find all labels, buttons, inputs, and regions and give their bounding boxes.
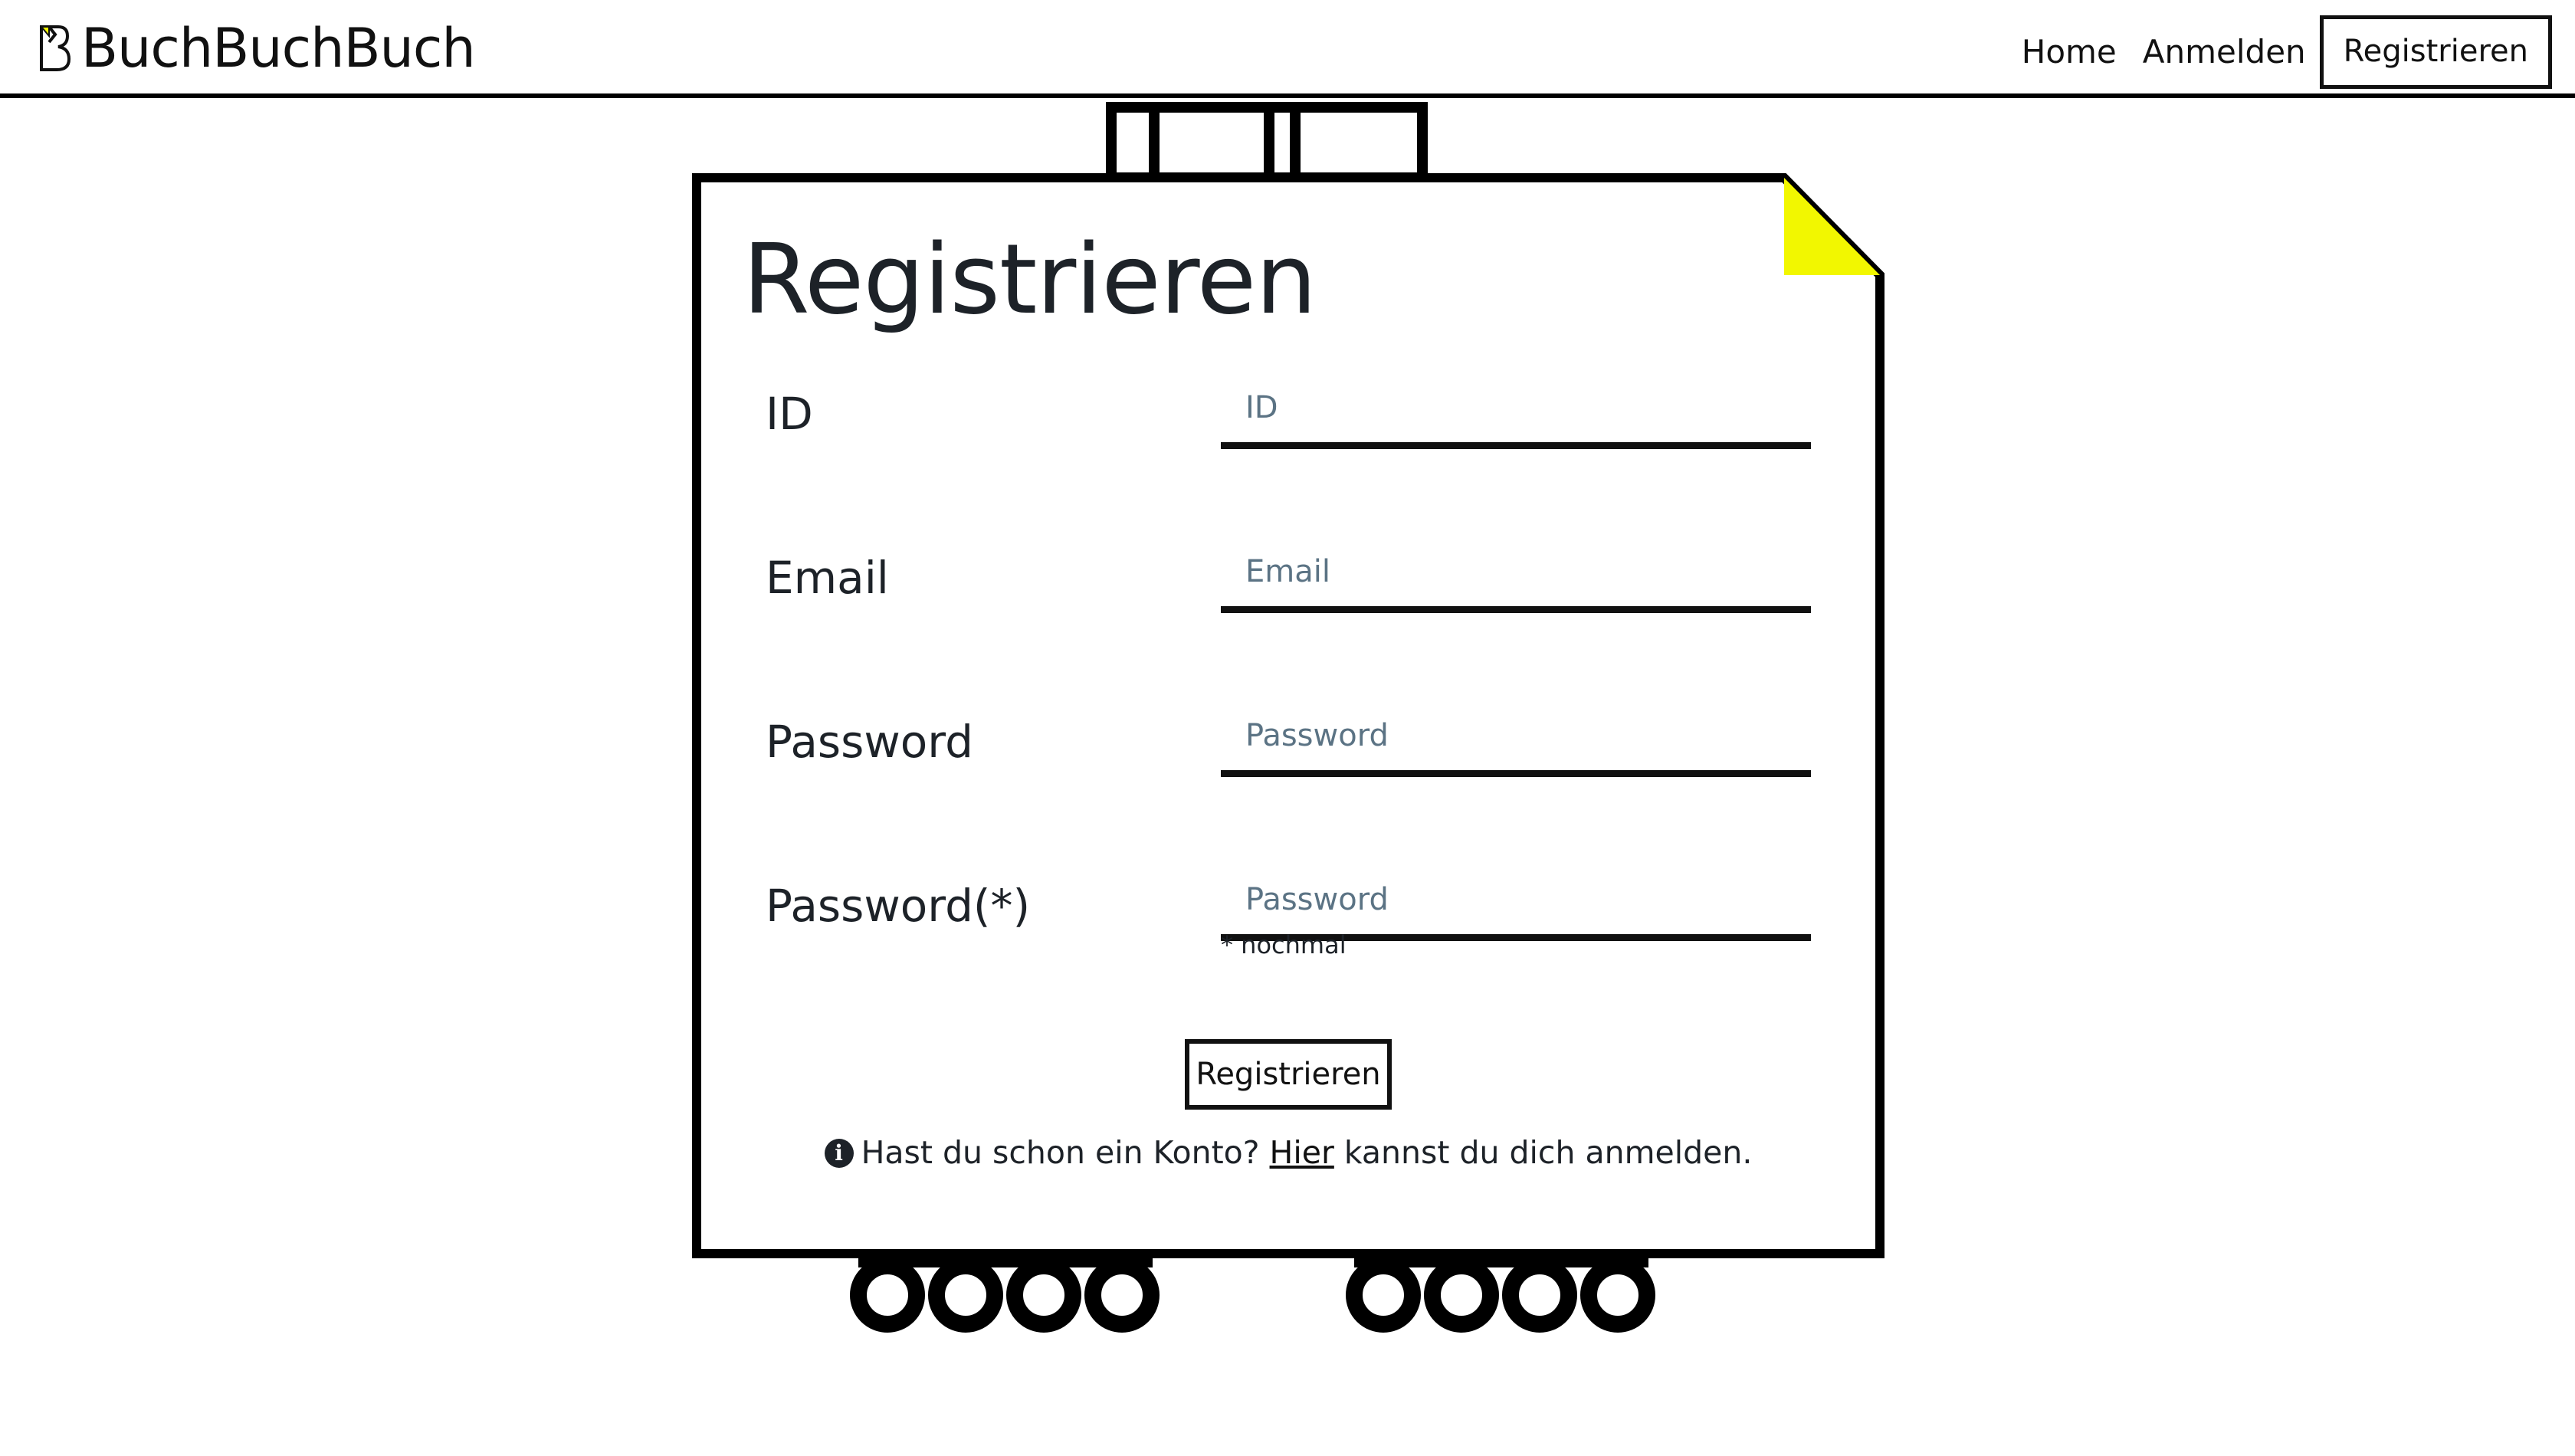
nav-links: Home Anmelden Registrieren [1996, 15, 2552, 89]
register-card: Registrieren ID Email Password Password(… [692, 173, 1885, 1258]
wheels-right [1346, 1258, 1655, 1333]
email-label: Email [766, 552, 889, 604]
password-confirm-hint: * nochmal [1221, 930, 1347, 959]
info-circle-icon: i [824, 1139, 854, 1168]
navbar: BuchBuchBuch Home Anmelden Registrieren [0, 0, 2575, 98]
id-label: ID [766, 388, 813, 440]
nav-home-link[interactable]: Home [2022, 36, 2117, 68]
pantograph [1106, 102, 1428, 183]
wheels-left [850, 1258, 1160, 1333]
password-input[interactable] [1221, 700, 1811, 777]
email-input[interactable] [1221, 536, 1811, 613]
password-confirm-input[interactable] [1221, 864, 1811, 941]
nav-login-link[interactable]: Anmelden [2143, 36, 2306, 68]
email-row: Email [766, 536, 1823, 621]
register-submit-button[interactable]: Registrieren [1185, 1039, 1392, 1110]
id-input[interactable] [1221, 372, 1811, 449]
password-confirm-label: Password(*) [766, 880, 1031, 932]
brand-name: BuchBuchBuch [81, 17, 476, 80]
login-info-text-after: kannst du dich anmelden. [1333, 1134, 1753, 1171]
password-label: Password [766, 716, 973, 768]
login-here-link[interactable]: Hier [1270, 1134, 1334, 1171]
brand-logo-link[interactable]: BuchBuchBuch [38, 17, 476, 80]
login-info-text-before: Hast du schon ein Konto? [861, 1134, 1270, 1171]
id-row: ID [766, 372, 1823, 457]
password-row: Password [766, 700, 1823, 785]
page-title: Registrieren [743, 223, 1317, 336]
nav-register-button[interactable]: Registrieren [2319, 15, 2552, 89]
book-icon [39, 25, 71, 71]
login-info: i Hast du schon ein Konto? Hier kannst du… [692, 1134, 1885, 1171]
